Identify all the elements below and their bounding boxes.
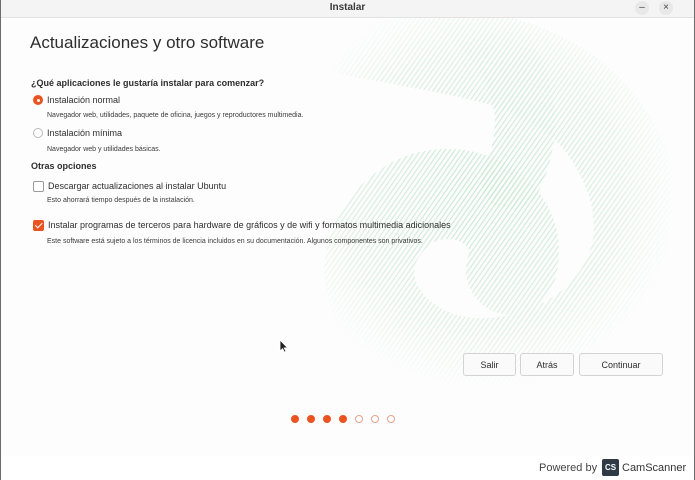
normal-install-radio[interactable]	[33, 95, 43, 105]
progress-dot-7	[387, 415, 395, 423]
normal-install-description: Navegador web, utilidades, paquete de of…	[47, 112, 304, 119]
quit-button[interactable]: Salir	[463, 353, 516, 376]
page-title: Actualizaciones y otro software	[30, 33, 265, 52]
other-options-heading: Otras opciones	[31, 161, 97, 171]
progress-dot-6	[371, 415, 379, 423]
progress-dot-1	[291, 415, 299, 423]
progress-dot-3	[323, 415, 331, 423]
progress-dot-4	[339, 415, 347, 423]
background-swirl	[266, 0, 681, 409]
normal-install-option[interactable]: Instalación normal	[33, 94, 120, 106]
step-progress-indicator	[291, 415, 403, 423]
download-updates-checkbox[interactable]	[33, 180, 44, 192]
window-title: Instalar	[329, 2, 366, 13]
mouse-pointer-icon	[279, 339, 289, 353]
camscanner-brand: CamScanner	[622, 462, 687, 474]
install-question: ¿Qué aplicaciones le gustaría instalar p…	[31, 78, 265, 88]
back-button[interactable]: Atrás	[520, 353, 574, 376]
minimal-install-option[interactable]: Instalación mínima	[33, 127, 122, 139]
minimal-install-radio[interactable]	[33, 128, 43, 138]
title-bar: Instalar – ×	[1, 0, 694, 18]
normal-install-label[interactable]: Instalación normal	[47, 95, 120, 105]
progress-dot-2	[307, 415, 315, 423]
third-party-checkbox[interactable]	[33, 219, 44, 231]
minimal-install-label[interactable]: Instalación mínima	[47, 128, 122, 138]
installer-window: Instalar – × Actualizaciones y otro soft…	[0, 0, 695, 480]
camscanner-logo: CS	[602, 459, 619, 476]
third-party-label[interactable]: Instalar programas de terceros para hard…	[48, 220, 451, 230]
powered-by-text: Powered by	[539, 462, 598, 474]
third-party-description: Este software está sujeto a los términos…	[47, 238, 423, 245]
close-icon[interactable]: ×	[659, 1, 673, 15]
minimal-install-description: Navegador web y utilidades básicas.	[47, 146, 161, 153]
download-updates-option[interactable]: Descargar actualizaciones al instalar Ub…	[33, 180, 226, 192]
progress-dot-5	[355, 415, 363, 423]
continue-button[interactable]: Continuar	[579, 353, 663, 376]
download-updates-label[interactable]: Descargar actualizaciones al instalar Ub…	[48, 181, 226, 191]
minimize-icon[interactable]: –	[635, 1, 649, 15]
third-party-option[interactable]: Instalar programas de terceros para hard…	[33, 219, 451, 231]
download-updates-description: Esto ahorrará tiempo después de la insta…	[47, 197, 195, 204]
